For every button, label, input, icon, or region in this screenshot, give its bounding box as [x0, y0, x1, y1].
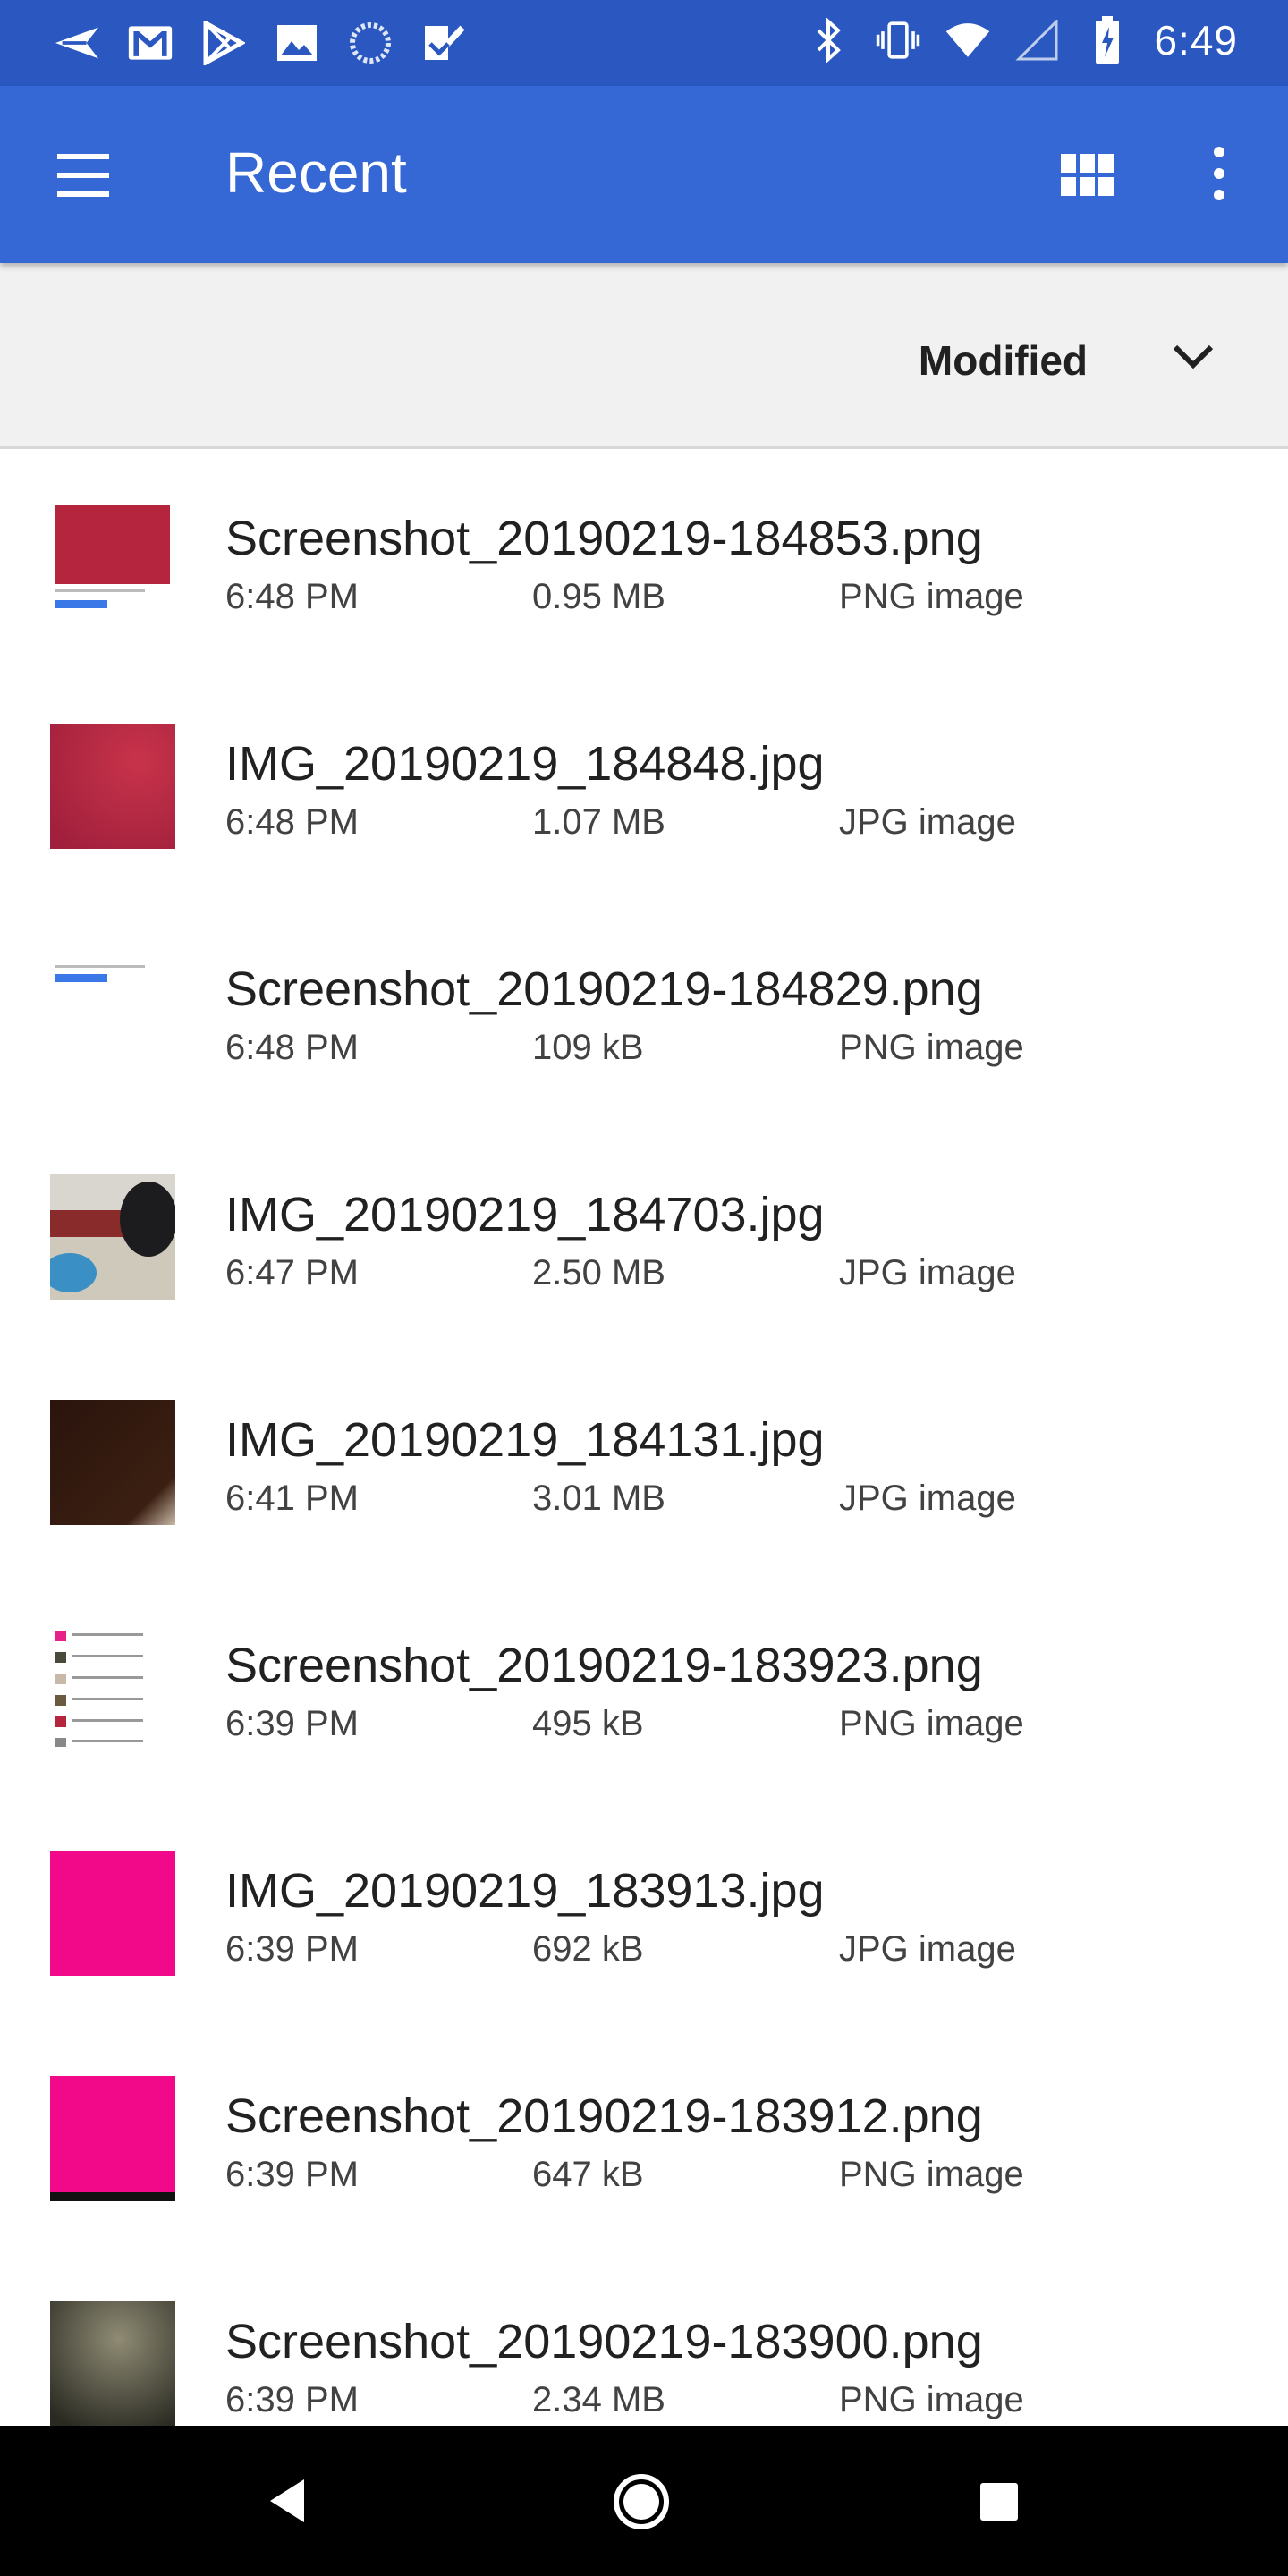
- status-bar: 6:49: [0, 0, 1288, 86]
- back-icon: [270, 2479, 304, 2522]
- file-type: PNG image: [839, 577, 1024, 616]
- list-item[interactable]: Screenshot_20190219-184829.png 6:48 PM 1…: [0, 902, 1288, 1128]
- list-item[interactable]: Screenshot_20190219-184853.png 6:48 PM 0…: [0, 452, 1288, 677]
- list-item[interactable]: IMG_20190219_184703.jpg 6:47 PM 2.50 MB …: [0, 1128, 1288, 1353]
- clock: 6:49: [1154, 17, 1238, 64]
- file-size: 2.50 MB: [532, 1253, 665, 1292]
- file-name: IMG_20190219_184703.jpg: [225, 1188, 825, 1241]
- app-bar: Recent: [0, 86, 1288, 263]
- file-time: 6:39 PM: [225, 2155, 359, 2194]
- file-type: PNG image: [839, 1704, 1024, 1743]
- file-type: PNG image: [839, 1028, 1024, 1067]
- file-name: IMG_20190219_184848.jpg: [225, 737, 825, 791]
- file-time: 6:41 PM: [225, 1479, 359, 1518]
- photos-icon: [274, 20, 320, 66]
- file-name: Screenshot_20190219-183912.png: [225, 2089, 983, 2143]
- file-name: IMG_20190219_183913.jpg: [225, 1864, 825, 1918]
- file-size: 1.07 MB: [532, 802, 665, 842]
- file-type: JPG image: [839, 1929, 1016, 1969]
- thumbnail: [50, 2301, 175, 2426]
- more-options-button[interactable]: [1199, 145, 1240, 202]
- list-item[interactable]: Screenshot_20190219-183900.png 6:39 PM 2…: [0, 2255, 1288, 2426]
- file-list: Screenshot_20190219-184853.png 6:48 PM 0…: [0, 452, 1288, 2426]
- file-time: 6:47 PM: [225, 1253, 359, 1292]
- file-time: 6:39 PM: [225, 1929, 359, 1969]
- send-icon: [54, 20, 100, 66]
- home-button[interactable]: [612, 2472, 671, 2531]
- file-type: JPG image: [839, 802, 1016, 842]
- file-name: Screenshot_20190219-184853.png: [225, 512, 983, 565]
- file-size: 2.34 MB: [532, 2380, 665, 2419]
- list-item[interactable]: IMG_20190219_183913.jpg 6:39 PM 692 kB J…: [0, 1804, 1288, 2029]
- gmail-icon: [127, 20, 174, 66]
- file-type: JPG image: [839, 1253, 1016, 1292]
- sort-by-label[interactable]: Modified: [919, 336, 1088, 385]
- signal-icon: [1014, 17, 1061, 64]
- grid-view-button[interactable]: [1057, 150, 1118, 200]
- sort-bar: Modified: [0, 263, 1288, 449]
- thumbnail: [50, 1174, 175, 1300]
- file-type: PNG image: [839, 2155, 1024, 2194]
- chevron-down-icon: [1173, 344, 1214, 369]
- overview-icon: [980, 2483, 1018, 2521]
- file-time: 6:48 PM: [225, 577, 359, 616]
- notification-icons: [54, 20, 467, 66]
- file-time: 6:39 PM: [225, 2380, 359, 2419]
- file-size: 0.95 MB: [532, 577, 665, 616]
- file-name: Screenshot_20190219-183900.png: [225, 2315, 983, 2368]
- bluetooth-icon: [805, 17, 852, 64]
- file-size: 3.01 MB: [532, 1479, 665, 1518]
- file-name: Screenshot_20190219-183923.png: [225, 1639, 983, 1692]
- list-item[interactable]: IMG_20190219_184848.jpg 6:48 PM 1.07 MB …: [0, 677, 1288, 902]
- file-name: IMG_20190219_184131.jpg: [225, 1413, 825, 1467]
- more-vert-icon: [1214, 147, 1224, 200]
- vibrate-icon: [875, 17, 921, 64]
- list-item[interactable]: Screenshot_20190219-183912.png 6:39 PM 6…: [0, 2029, 1288, 2255]
- loading-icon: [347, 20, 394, 66]
- file-type: PNG image: [839, 2380, 1024, 2419]
- play-store-icon: [200, 20, 247, 66]
- file-name: Screenshot_20190219-184829.png: [225, 962, 983, 1016]
- grid-view-icon: [1061, 154, 1114, 196]
- wifi-icon: [945, 17, 991, 64]
- list-item[interactable]: Screenshot_20190219-183923.png 6:39 PM 4…: [0, 1579, 1288, 1804]
- system-icons: 6:49: [805, 16, 1238, 64]
- thumbnail: [50, 498, 175, 623]
- file-type: JPG image: [839, 1479, 1016, 1518]
- file-size: 109 kB: [532, 1028, 644, 1067]
- file-size: 692 kB: [532, 1929, 644, 1969]
- file-size: 495 kB: [532, 1704, 644, 1743]
- back-button[interactable]: [265, 2476, 309, 2526]
- file-size: 647 kB: [532, 2155, 644, 2194]
- sort-dropdown-button[interactable]: [1170, 336, 1216, 376]
- list-item[interactable]: IMG_20190219_184131.jpg 6:41 PM 3.01 MB …: [0, 1353, 1288, 1579]
- tasks-icon: [420, 20, 467, 66]
- file-time: 6:48 PM: [225, 802, 359, 842]
- battery-charging-icon: [1084, 16, 1131, 64]
- thumbnail: [50, 949, 175, 1074]
- file-time: 6:39 PM: [225, 1704, 359, 1743]
- thumbnail: [50, 1400, 175, 1525]
- menu-icon: [57, 154, 109, 197]
- file-time: 6:48 PM: [225, 1028, 359, 1067]
- system-navigation-bar: [0, 2426, 1288, 2576]
- thumbnail: [50, 1851, 175, 1976]
- recent-apps-button[interactable]: [979, 2481, 1020, 2522]
- home-icon: [614, 2474, 669, 2529]
- page-title: Recent: [225, 140, 407, 205]
- thumbnail: [50, 2076, 175, 2201]
- thumbnail: [50, 724, 175, 849]
- navigation-drawer-button[interactable]: [50, 148, 116, 202]
- thumbnail: [50, 1625, 175, 1750]
